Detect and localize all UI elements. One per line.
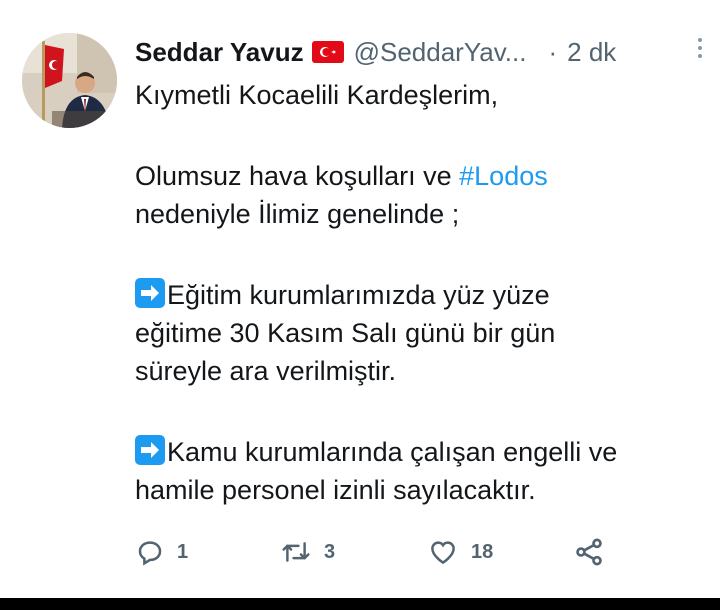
author-handle[interactable]: @SeddarYav... — [354, 37, 527, 68]
tweet-line: Kıymetli Kocaelili Kardeşlerim, — [135, 80, 499, 110]
tweet-paragraph: Eğitim kurumlarımızda yüz yüze — [135, 276, 705, 314]
right-arrow-emoji-icon — [135, 435, 165, 465]
reply-count: 1 — [177, 540, 189, 563]
reply-button[interactable]: 1 — [135, 532, 188, 572]
retweet-count: 3 — [324, 540, 336, 563]
avatar-image — [22, 33, 117, 128]
share-icon — [576, 538, 602, 566]
tweet-header: Seddar Yavuz @SeddarYav... · 2 dk — [135, 30, 700, 74]
like-icon — [431, 541, 455, 565]
like-count: 18 — [471, 540, 494, 563]
hashtag-link[interactable]: #Lodos — [459, 161, 548, 191]
author-name[interactable]: Seddar Yavuz — [135, 37, 304, 68]
bottom-bar — [0, 598, 720, 610]
tweet-line: eğitime 30 Kasım Salı günü bir gün — [135, 318, 556, 348]
avatar[interactable] — [22, 33, 117, 128]
more-icon[interactable] — [696, 38, 704, 62]
like-button[interactable]: 18 — [427, 532, 493, 572]
turkish-flag-icon — [311, 41, 344, 63]
tweet[interactable]: Seddar Yavuz @SeddarYav... · 2 dk Kıymet… — [0, 0, 720, 598]
tweet-paragraph: Olumsuz hava koşulları ve #Lodos — [135, 157, 705, 195]
tweet-line: hamile personel izinli sayılacaktır. — [135, 475, 536, 505]
share-button[interactable] — [573, 532, 617, 572]
tweet-text: Kıymetli Kocaelili Kardeşlerim, Olumsuz … — [135, 76, 705, 509]
reply-icon — [138, 541, 162, 566]
right-arrow-emoji-icon — [135, 278, 165, 308]
tweet-text-segment: Kamu kurumlarında çalışan engelli ve — [167, 437, 618, 467]
tweet-text-segment: Olumsuz hava koşulları ve — [135, 161, 460, 191]
tweet-timestamp[interactable]: 2 dk — [567, 37, 616, 68]
retweet-icon — [282, 542, 310, 562]
action-bar: 1 3 18 — [135, 532, 635, 572]
tweet-line: süreyle ara verilmiştir. — [135, 356, 397, 386]
separator-dot: · — [548, 36, 558, 67]
tweet-line: nedeniyle İlimiz genelinde ; — [135, 199, 460, 229]
tweet-text-segment: Eğitim kurumlarımızda yüz yüze — [167, 280, 550, 310]
retweet-button[interactable]: 3 — [280, 532, 335, 572]
tweet-paragraph: Kamu kurumlarında çalışan engelli ve — [135, 433, 705, 471]
